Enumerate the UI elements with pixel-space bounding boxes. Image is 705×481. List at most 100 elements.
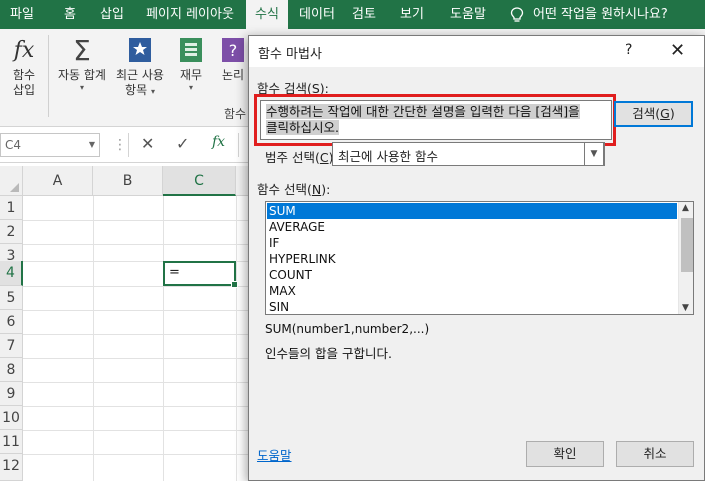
column-header-b[interactable]: B — [93, 166, 163, 196]
insert-function-button[interactable]: fx 함수 삽입 — [4, 35, 44, 98]
tab-insert[interactable]: 삽입 — [92, 0, 132, 29]
function-item-count[interactable]: COUNT — [267, 267, 677, 283]
function-list-scrollbar[interactable]: ▲ ▼ — [678, 202, 693, 314]
tab-help[interactable]: 도움말 — [440, 0, 496, 29]
function-item-sin[interactable]: SIN — [267, 299, 677, 314]
tab-home[interactable]: 홈 — [52, 0, 88, 29]
dialog-title: 함수 마법사 — [258, 47, 322, 62]
cancel-button[interactable]: 취소 — [616, 441, 694, 467]
function-list[interactable]: SUM AVERAGE IF HYPERLINK COUNT MAX SIN ▲… — [265, 201, 694, 315]
scroll-up-icon[interactable]: ▲ — [682, 203, 689, 213]
formula-separator — [128, 133, 129, 157]
insert-function-dialog: 함수 마법사 ? ✕ 함수 검색(S): 수행하려는 작업에 대한 간단한 설명… — [248, 35, 705, 481]
recently-used-label-1: 최근 사용 — [116, 68, 164, 82]
function-library-group-label: 함수 — [224, 107, 247, 121]
search-button[interactable]: 검색(G) — [614, 101, 693, 127]
chevron-down-icon[interactable]: ▼ — [584, 142, 604, 166]
recently-used-button[interactable]: 최근 사용 항목 ▾ — [112, 35, 168, 98]
cancel-entry-icon[interactable]: ✕ — [141, 134, 154, 153]
fx-icon: fx — [13, 37, 35, 63]
chevron-down-icon: ▾ — [188, 83, 193, 92]
ok-button[interactable]: 확인 — [526, 441, 604, 467]
grid-line — [163, 196, 164, 481]
tab-page-layout[interactable]: 페이지 레이아웃 — [138, 0, 242, 29]
search-button-prefix: 검색( — [632, 106, 661, 121]
function-select-label: 함수 선택(N): — [257, 179, 330, 198]
tab-view[interactable]: 보기 — [392, 0, 432, 29]
logical-button[interactable]: ? 논리 — [218, 35, 248, 83]
search-button-suffix: ) — [669, 106, 675, 121]
function-item-if[interactable]: IF — [267, 235, 677, 251]
row-header[interactable]: 11 — [0, 430, 23, 454]
scroll-down-icon[interactable]: ▼ — [682, 303, 689, 313]
column-header-a[interactable]: A — [23, 166, 93, 196]
row-header[interactable]: 9 — [0, 382, 23, 406]
formula-separator — [238, 133, 239, 157]
name-box[interactable]: C4 ▼ — [0, 133, 100, 157]
tab-formulas[interactable]: 수식 — [246, 0, 288, 29]
dialog-title-bar: 함수 마법사 ? ✕ — [249, 36, 704, 67]
row-header[interactable]: 12 — [0, 454, 23, 481]
search-button-key: G — [660, 106, 670, 121]
insert-function-icon[interactable]: fx — [212, 134, 225, 150]
tab-data[interactable]: 데이터 — [294, 0, 340, 29]
tell-me-box[interactable]: 어떤 작업을 원하시나요? — [510, 0, 668, 29]
row-header[interactable]: 8 — [0, 358, 23, 382]
financial-icon — [174, 35, 208, 65]
lightbulb-icon — [510, 7, 524, 22]
insert-function-label-2: 삽입 — [12, 83, 36, 97]
column-header-c[interactable]: C — [163, 166, 236, 196]
ribbon-separator — [48, 35, 49, 117]
logical-label: 논리 — [221, 68, 245, 82]
active-cell-c4[interactable]: = — [163, 261, 238, 288]
name-box-value: C4 — [5, 138, 22, 152]
category-label-key: C — [319, 150, 329, 165]
financial-button[interactable]: 재무 ▾ — [174, 35, 208, 93]
star-book-icon — [112, 35, 168, 65]
help-icon[interactable]: ? — [625, 42, 632, 58]
recently-used-label-2: 항목 — [125, 83, 148, 97]
function-label-key: N — [311, 182, 322, 197]
category-value: 최근에 사용한 함수 — [338, 149, 438, 164]
financial-label: 재무 — [179, 68, 203, 82]
select-all-button[interactable] — [0, 166, 23, 196]
row-header-selected[interactable]: 4 — [0, 261, 23, 286]
category-label: 범주 선택(C): — [265, 147, 338, 166]
highlight-box — [254, 94, 616, 146]
function-item-sum[interactable]: SUM — [267, 203, 677, 219]
autosum-label: 자동 합계 — [58, 68, 106, 82]
question-book-icon: ? — [218, 35, 248, 65]
grid-line — [236, 196, 237, 481]
row-header[interactable]: 5 — [0, 286, 23, 310]
insert-function-label-1: 함수 — [12, 68, 36, 82]
close-icon[interactable]: ✕ — [670, 40, 685, 61]
help-link[interactable]: 도움말 — [257, 445, 292, 464]
category-select[interactable]: 최근에 사용한 함수 — [332, 142, 605, 166]
row-header[interactable]: 6 — [0, 310, 23, 334]
tab-file[interactable]: 파일 — [0, 0, 44, 29]
function-label-suffix: ): — [321, 182, 331, 197]
row-header[interactable]: 10 — [0, 406, 23, 430]
ribbon-tab-bar: 파일 홈 삽입 페이지 레이아웃 수식 데이터 검토 보기 도움말 어떤 작업을… — [0, 0, 705, 29]
tab-review[interactable]: 검토 — [344, 0, 384, 29]
tell-me-text: 어떤 작업을 원하시나요? — [533, 7, 668, 22]
row-header[interactable]: 7 — [0, 334, 23, 358]
enter-entry-icon[interactable]: ✓ — [176, 134, 189, 153]
scrollbar-thumb[interactable] — [681, 218, 693, 272]
autosum-button[interactable]: Σ 자동 합계 ▾ — [54, 35, 110, 93]
row-header[interactable]: 2 — [0, 220, 23, 244]
sigma-icon: Σ — [73, 33, 91, 67]
function-description: 인수들의 합을 구합니다. — [265, 346, 392, 361]
function-item-hyperlink[interactable]: HYPERLINK — [267, 251, 677, 267]
category-label-prefix: 범주 선택( — [265, 150, 320, 165]
chevron-down-icon: ▼ — [88, 140, 95, 149]
svg-text:?: ? — [229, 41, 238, 60]
function-item-max[interactable]: MAX — [267, 283, 677, 299]
function-item-average[interactable]: AVERAGE — [267, 219, 677, 235]
row-header[interactable]: 1 — [0, 196, 23, 220]
chevron-down-icon: ▾ — [79, 83, 84, 92]
resize-grip-icon[interactable]: ⋮ — [113, 137, 127, 153]
chevron-down-icon: ▾ — [150, 87, 155, 96]
function-syntax: SUM(number1,number2,...) — [265, 322, 430, 336]
grid-line — [93, 196, 94, 481]
